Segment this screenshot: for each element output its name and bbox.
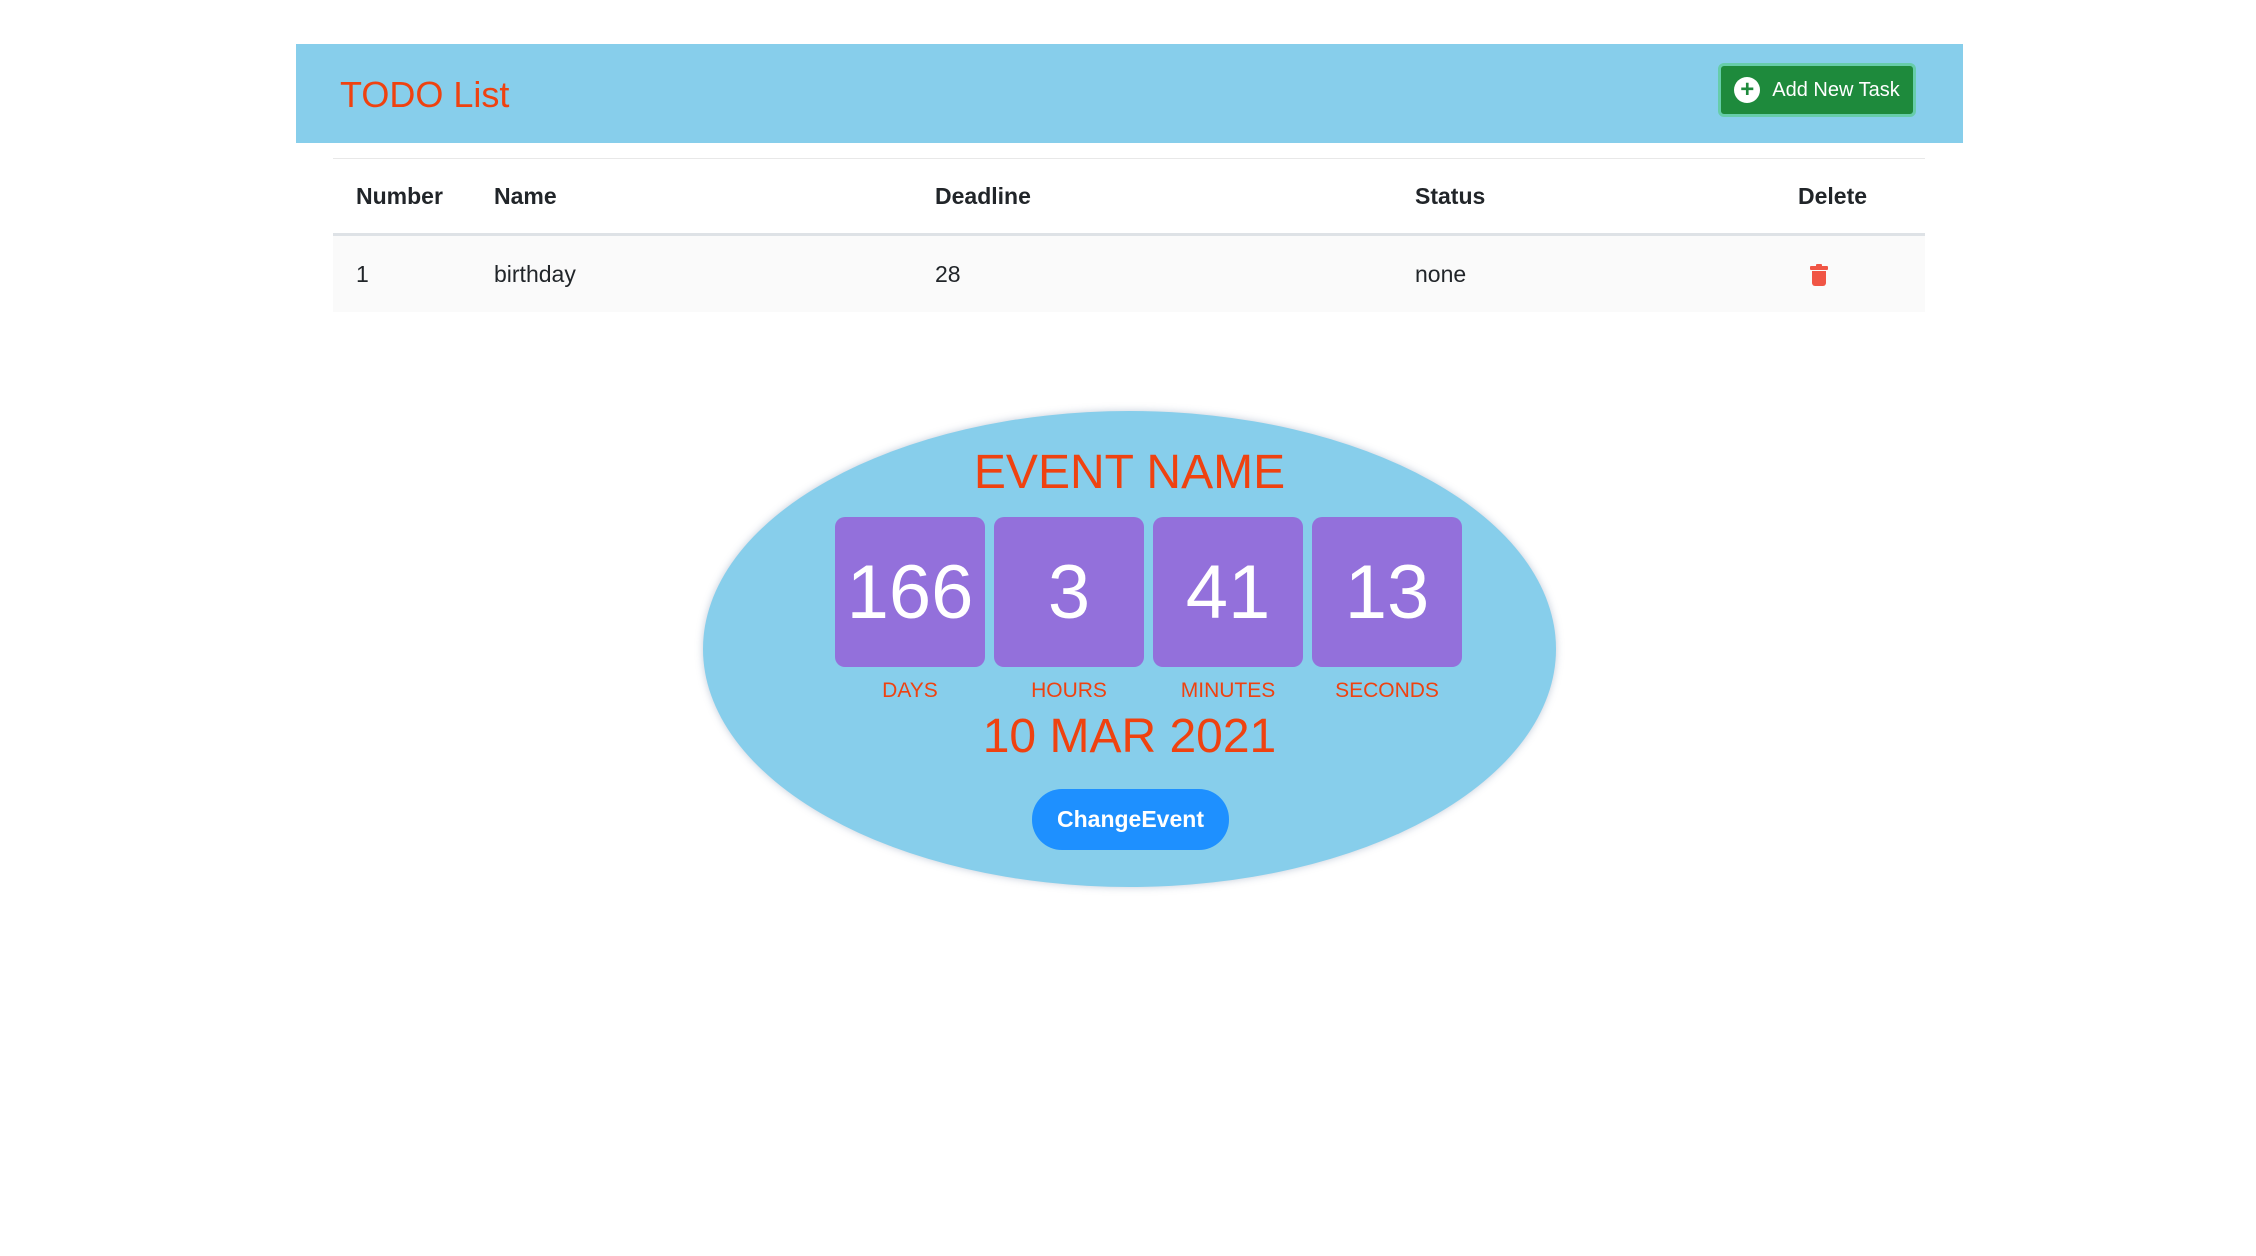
column-header-deadline: Deadline [935, 182, 1031, 209]
seconds-tile: 13 [1312, 517, 1462, 667]
minutes-tile: 41 [1153, 517, 1303, 667]
add-new-task-label: Add New Task [1772, 78, 1900, 101]
column-header-status: Status [1415, 182, 1486, 209]
row-name-cell: birthday [494, 260, 576, 287]
days-tile: 166 [835, 517, 985, 667]
event-date: 10 MAR 2021 [982, 710, 1277, 763]
seconds-label: SECONDS [1335, 679, 1439, 702]
days-label: DAYS [882, 679, 938, 702]
change-event-button[interactable]: ChangeEvent [1032, 789, 1229, 850]
table-header-row: Number Name Deadline Status Delete [333, 158, 1925, 235]
column-header-number: Number [356, 182, 443, 209]
add-new-task-button[interactable]: + Add New Task [1718, 63, 1916, 117]
todo-table: Number Name Deadline Status Delete 1 bir… [333, 158, 1925, 312]
row-delete-cell [1798, 235, 1925, 313]
minutes-label: MINUTES [1180, 679, 1276, 702]
column-header-delete: Delete [1798, 182, 1868, 209]
column-header-name: Name [494, 182, 557, 209]
page-title: TODO List [340, 74, 510, 115]
todo-header: TODO List + Add New Task [296, 44, 1963, 143]
plus-circle-icon: + [1734, 77, 1761, 103]
row-status-cell: none [1415, 260, 1467, 287]
hours-tile: 3 [994, 517, 1144, 667]
event-countdown-panel: EVENT NAME 166 3 41 13 DAYS HOURS MINUTE… [703, 411, 1556, 887]
trash-icon[interactable] [1810, 264, 1828, 287]
hours-label: HOURS [1031, 679, 1107, 702]
row-deadline-cell: 28 [935, 260, 961, 287]
table-row: 1 birthday 28 none [333, 234, 1925, 313]
row-number-cell: 1 [356, 260, 369, 287]
event-name: EVENT NAME [973, 446, 1286, 499]
